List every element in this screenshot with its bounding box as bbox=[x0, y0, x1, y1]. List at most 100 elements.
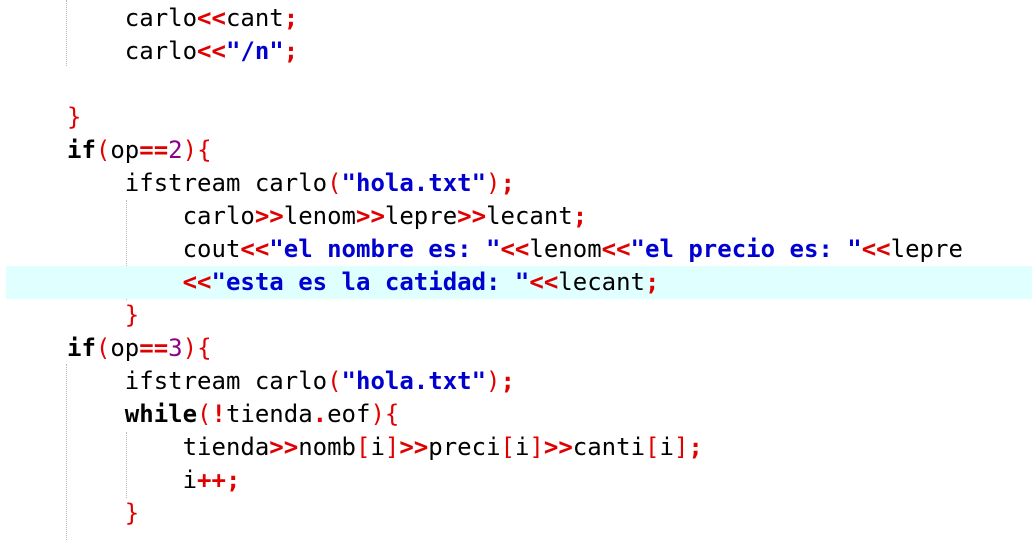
code-token: cant bbox=[225, 4, 284, 32]
code-token: << bbox=[182, 268, 212, 296]
code-token: ) bbox=[486, 169, 501, 197]
code-token: << bbox=[240, 235, 270, 263]
code-line[interactable]: carlo<<cant; bbox=[0, 2, 1032, 35]
code-token: i bbox=[370, 433, 385, 461]
code-token: << bbox=[601, 235, 631, 263]
code-token: [ bbox=[500, 433, 515, 461]
code-token: << bbox=[861, 235, 891, 263]
code-token: ; bbox=[500, 367, 515, 395]
code-token: . bbox=[312, 400, 328, 428]
code-token: "/n" bbox=[225, 37, 284, 65]
code-line[interactable]: if(op==2){ bbox=[0, 134, 1032, 167]
code-line[interactable]: } bbox=[0, 299, 1032, 332]
code-token: ] bbox=[529, 433, 544, 461]
code-token: ( bbox=[95, 334, 111, 362]
code-token: ( bbox=[95, 136, 111, 164]
code-token: ; bbox=[645, 268, 660, 296]
code-token: lenom bbox=[283, 202, 356, 230]
code-token: lepre bbox=[890, 235, 963, 263]
code-line[interactable] bbox=[0, 68, 1032, 101]
code-token: >> bbox=[269, 433, 299, 461]
code-token: carlo bbox=[67, 202, 255, 230]
code-token: tienda bbox=[225, 400, 313, 428]
code-line[interactable]: while(!tienda.eof){ bbox=[0, 398, 1032, 431]
code-token: preci bbox=[428, 433, 501, 461]
code-token: ; bbox=[500, 169, 515, 197]
code-line[interactable]: } bbox=[0, 497, 1032, 530]
code-token: << bbox=[500, 235, 530, 263]
code-token: ) bbox=[182, 334, 198, 362]
code-token: i bbox=[659, 433, 674, 461]
code-token: ) bbox=[182, 136, 198, 164]
code-token: ] bbox=[673, 433, 689, 461]
code-token: { bbox=[197, 334, 212, 362]
code-token: [ bbox=[356, 433, 371, 461]
code-line[interactable]: } bbox=[0, 101, 1032, 134]
code-line[interactable]: i++; bbox=[0, 464, 1032, 497]
code-token: >> bbox=[399, 433, 429, 461]
code-token: >> bbox=[356, 202, 385, 230]
current-code-line[interactable]: <<"esta es la catidad: "<<lecant; bbox=[6, 266, 1032, 299]
code-line[interactable]: if(op==3){ bbox=[0, 332, 1032, 365]
code-token: lenom bbox=[529, 235, 602, 263]
code-token: << bbox=[197, 4, 226, 32]
code-token: ; bbox=[225, 466, 241, 494]
code-token: ; bbox=[283, 4, 299, 32]
code-token: lecant bbox=[486, 202, 573, 230]
code-token: if bbox=[67, 334, 96, 362]
code-token: i bbox=[67, 466, 198, 494]
code-token: } bbox=[124, 301, 140, 329]
code-token: [ bbox=[645, 433, 660, 461]
code-token: ( bbox=[327, 367, 342, 395]
code-token: ; bbox=[688, 433, 703, 461]
code-line[interactable]: ifstream carlo("hola.txt"); bbox=[0, 365, 1032, 398]
code-token: ) bbox=[370, 400, 385, 428]
code-token: ifstream carlo bbox=[67, 169, 328, 197]
code-token: ( bbox=[327, 169, 342, 197]
code-token: ; bbox=[572, 202, 588, 230]
code-token: ifstream carlo bbox=[67, 367, 328, 395]
code-token: { bbox=[197, 136, 212, 164]
code-token: if bbox=[67, 136, 96, 164]
code-token: lepre bbox=[384, 202, 458, 230]
code-token: { bbox=[384, 400, 400, 428]
code-token: } bbox=[124, 499, 140, 527]
code-line[interactable]: tienda>>nomb[i]>>preci[i]>>canti[i]; bbox=[0, 431, 1032, 464]
code-token: canti bbox=[572, 433, 646, 461]
code-token: while bbox=[124, 400, 198, 428]
code-line[interactable]: ifstream carlo("hola.txt"); bbox=[0, 167, 1032, 200]
code-token: == bbox=[139, 136, 169, 164]
code-token: ! bbox=[211, 400, 226, 428]
code-token: } bbox=[67, 103, 82, 131]
code-token: "el precio es: " bbox=[630, 235, 862, 263]
code-token: >> bbox=[457, 202, 487, 230]
code-token: << bbox=[197, 37, 226, 65]
code-token: ; bbox=[283, 37, 299, 65]
code-token: lecant bbox=[558, 268, 645, 296]
code-token: 3 bbox=[168, 334, 183, 362]
code-token: carlo bbox=[67, 4, 198, 32]
code-token: tienda bbox=[67, 433, 270, 461]
code-token: "hola.txt" bbox=[341, 367, 487, 395]
code-line[interactable]: carlo>>lenom>>lepre>>lecant; bbox=[0, 200, 1032, 233]
code-token: ) bbox=[486, 367, 501, 395]
code-token: op bbox=[110, 136, 140, 164]
code-token: eof bbox=[327, 400, 371, 428]
code-token: 2 bbox=[168, 136, 183, 164]
code-token: ] bbox=[384, 433, 400, 461]
code-token: >> bbox=[254, 202, 284, 230]
code-line[interactable]: cout<<"el nombre es: "<<lenom<<"el preci… bbox=[0, 233, 1032, 266]
code-token: ++ bbox=[197, 466, 226, 494]
code-token: carlo bbox=[67, 37, 198, 65]
code-token: == bbox=[139, 334, 169, 362]
code-token: op bbox=[110, 334, 140, 362]
code-editor[interactable]: carlo<<cant; carlo<<"/n";} if(op==2){ ifs… bbox=[0, 0, 1032, 540]
code-line[interactable]: carlo<<"/n"; bbox=[0, 35, 1032, 68]
code-token: i bbox=[514, 433, 530, 461]
code-token: nomb bbox=[298, 433, 356, 461]
code-token: cout bbox=[67, 235, 241, 263]
